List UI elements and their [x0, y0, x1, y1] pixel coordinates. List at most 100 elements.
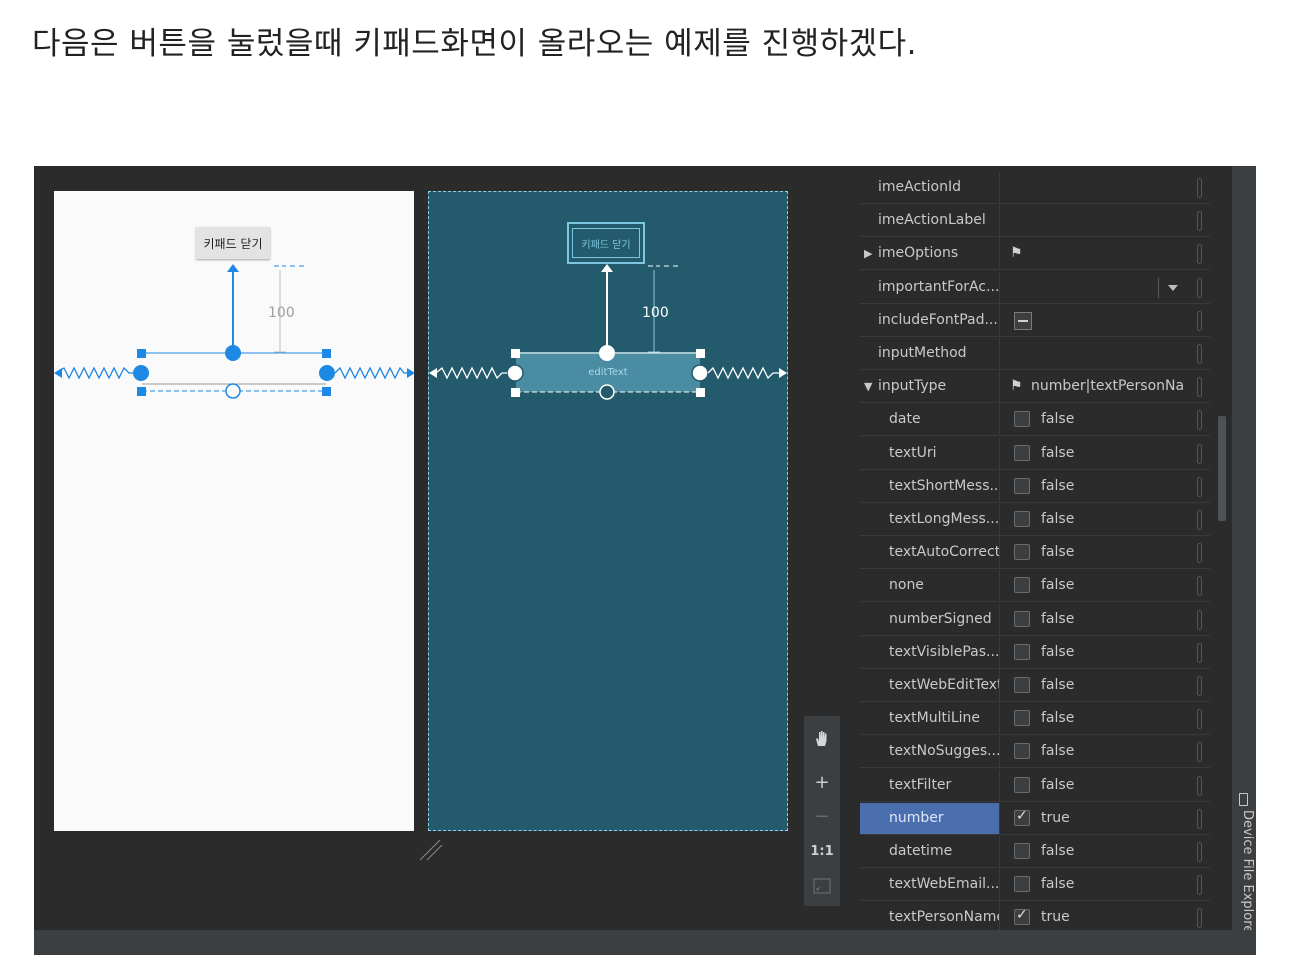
checkbox[interactable]	[1014, 677, 1030, 693]
attribute-resource-picker[interactable]	[1197, 211, 1202, 232]
checkbox[interactable]	[1014, 444, 1030, 461]
blueprint-resize-handle-bl	[511, 388, 520, 397]
attribute-resource-picker[interactable]	[1197, 476, 1202, 497]
attribute-row[interactable]: date false	[860, 404, 1210, 437]
design-right-spring-arrow-icon	[407, 368, 415, 378]
blueprint-anchor-left	[506, 364, 524, 382]
attribute-row[interactable]: textUri false	[860, 437, 1210, 470]
checkbox[interactable]	[1014, 743, 1030, 760]
attribute-row[interactable]: textWebEmail... false	[860, 869, 1210, 902]
attribute-resource-picker[interactable]	[1197, 642, 1202, 663]
design-anchor-top	[225, 345, 241, 361]
attribute-value: false	[1041, 411, 1075, 428]
attribute-row[interactable]: textLongMess... false	[860, 504, 1210, 536]
hand-icon	[816, 731, 827, 746]
attribute-row[interactable]: inputMethod	[860, 338, 1210, 370]
checkbox[interactable]	[1014, 477, 1030, 494]
attribute-resource-picker[interactable]	[1197, 443, 1202, 464]
attribute-resource-picker[interactable]	[1197, 510, 1202, 530]
attribute-row[interactable]: datetime false	[860, 836, 1210, 868]
canvas-resize-grip-icon[interactable]	[418, 836, 444, 862]
attribute-resource-picker[interactable]	[1197, 609, 1202, 630]
flag-icon[interactable]: ⚑	[1010, 238, 1023, 269]
checkbox[interactable]	[1014, 577, 1030, 594]
attribute-row[interactable]: textShortMess... false	[860, 470, 1210, 503]
attribute-resource-picker[interactable]	[1197, 808, 1202, 829]
zoom-in-button[interactable]: +	[804, 766, 840, 798]
attribute-row[interactable]: numberSigned false	[860, 603, 1210, 636]
checkbox[interactable]	[1014, 710, 1030, 727]
attribute-row[interactable]: ▶ imeOptions ⚑	[860, 238, 1210, 271]
attribute-resource-picker[interactable]	[1197, 310, 1202, 331]
attribute-row[interactable]: textFilter false	[860, 769, 1210, 802]
attribute-row[interactable]: textVisiblePas... false	[860, 636, 1210, 669]
attribute-value: false	[1041, 843, 1075, 859]
attribute-resource-picker[interactable]	[1197, 244, 1202, 265]
attribute-resource-picker[interactable]	[1197, 842, 1202, 862]
attribute-row[interactable]: importantForAc...	[860, 271, 1210, 304]
checkbox[interactable]	[1014, 610, 1030, 627]
checkbox-checked[interactable]	[1014, 907, 1030, 926]
attribute-name-label: date	[889, 411, 921, 428]
checkbox[interactable]	[1014, 411, 1030, 428]
attribute-resource-picker[interactable]	[1197, 775, 1202, 796]
checkbox[interactable]	[1014, 544, 1030, 561]
zoom-out-button[interactable]: −	[804, 800, 840, 832]
checkbox[interactable]	[1014, 843, 1030, 859]
checkbox[interactable]	[1014, 776, 1030, 793]
attribute-name: textMultiLine	[860, 703, 1000, 735]
attribute-resource-picker[interactable]	[1197, 543, 1202, 564]
pan-button[interactable]	[804, 722, 840, 754]
attribute-value: false	[1041, 444, 1075, 461]
attribute-row[interactable]: textNoSugges... false	[860, 736, 1210, 769]
attribute-row[interactable]: includeFontPad...	[860, 304, 1210, 337]
flag-icon[interactable]: ⚑	[1010, 371, 1023, 402]
attribute-row[interactable]: ▼ inputType ⚑ number|textPersonNa	[860, 371, 1210, 404]
attribute-row[interactable]: none false	[860, 570, 1210, 603]
expand-down-icon[interactable]: ▼	[864, 371, 872, 402]
actual-size-button[interactable]: 1:1	[804, 835, 840, 867]
attribute-row[interactable]: textPersonName true	[860, 902, 1210, 930]
attribute-row[interactable]: textAutoCorrect false	[860, 537, 1210, 570]
blueprint-margin-label: 100	[642, 305, 669, 321]
expand-right-icon[interactable]: ▶	[864, 238, 872, 269]
tristate-checkbox[interactable]	[1014, 311, 1032, 330]
attribute-resource-picker[interactable]	[1197, 576, 1202, 597]
blueprint-constraint-arrow-icon	[601, 264, 613, 272]
attribute-name: date	[860, 404, 1000, 436]
attribute-row[interactable]: textWebEditText false	[860, 670, 1210, 702]
attribute-name: imeActionLabel	[860, 205, 1000, 237]
checkbox-checked[interactable]	[1014, 808, 1030, 826]
attribute-row[interactable]: number true	[860, 802, 1210, 835]
attribute-name-label: numberSigned	[889, 610, 992, 627]
attribute-name: textShortMess...	[860, 470, 1000, 502]
attribute-resource-picker[interactable]	[1197, 742, 1202, 763]
attribute-resource-picker[interactable]	[1197, 676, 1202, 696]
dropdown-chevron-icon[interactable]	[1158, 277, 1187, 298]
attribute-name-label: textWebEmail...	[889, 876, 1000, 893]
attribute-resource-picker[interactable]	[1197, 410, 1202, 431]
attribute-resource-picker[interactable]	[1197, 377, 1202, 398]
checkbox[interactable]	[1014, 876, 1030, 893]
attribute-row[interactable]: imeActionId	[860, 172, 1210, 204]
attribute-name-label: textFilter	[889, 776, 952, 793]
design-left-spring-arrow-icon	[54, 368, 62, 378]
attribute-row[interactable]: imeActionLabel	[860, 205, 1210, 238]
fit-screen-button[interactable]	[804, 870, 840, 902]
blueprint-anchor-right	[691, 364, 709, 382]
attribute-resource-picker[interactable]	[1197, 908, 1202, 929]
attribute-resource-picker[interactable]	[1197, 178, 1202, 198]
device-file-explorer-tab[interactable]: Device File Explorer	[1233, 792, 1255, 942]
attribute-row[interactable]: textMultiLine false	[860, 703, 1210, 736]
attributes-scrollbar[interactable]	[1218, 416, 1226, 521]
checkbox[interactable]	[1014, 511, 1030, 527]
attribute-resource-picker[interactable]	[1197, 277, 1202, 298]
attribute-resource-picker[interactable]	[1197, 709, 1202, 730]
attribute-value: false	[1041, 477, 1075, 494]
blueprint-resize-handle-br	[696, 388, 705, 397]
blueprint-anchor-top	[599, 345, 615, 361]
constraint-overlay	[54, 264, 787, 400]
attribute-resource-picker[interactable]	[1197, 875, 1202, 896]
attribute-resource-picker[interactable]	[1197, 344, 1202, 364]
checkbox[interactable]	[1014, 643, 1030, 660]
